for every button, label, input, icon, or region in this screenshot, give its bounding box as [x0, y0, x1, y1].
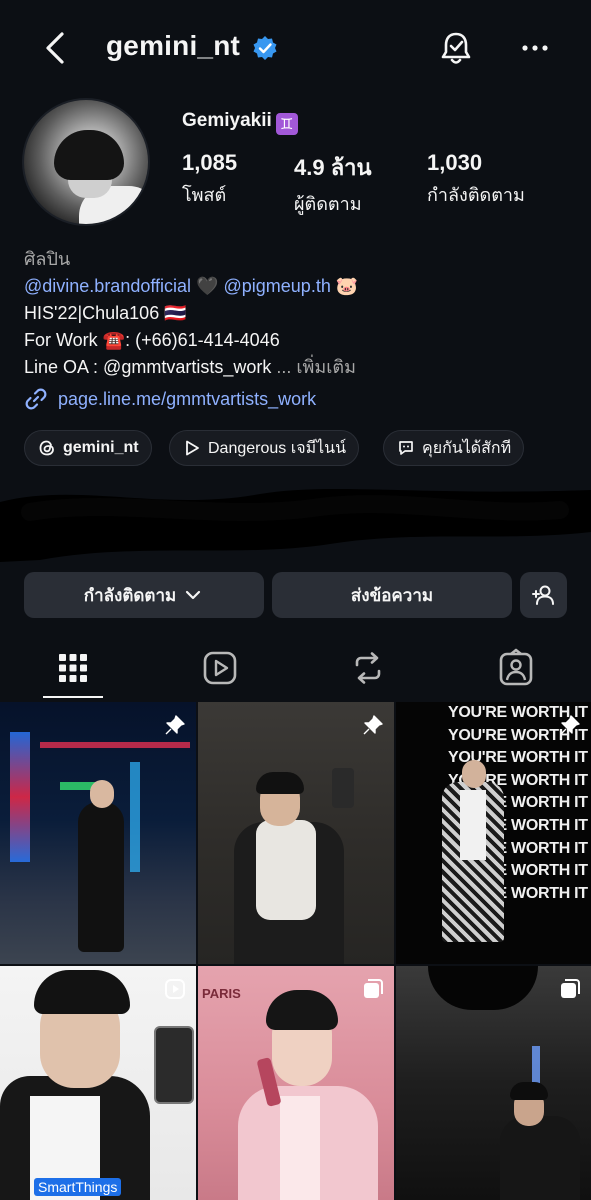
- work-prefix: For Work: [24, 330, 98, 350]
- profile-avatar[interactable]: [22, 98, 150, 226]
- post-tile-5[interactable]: PARIS: [198, 966, 394, 1200]
- telephone-emoji: ☎️: [102, 330, 126, 350]
- threads-chip[interactable]: gemini_nt: [24, 430, 152, 466]
- post-tile-3[interactable]: YOU'RE WORTH IT YOU'RE WORTH IT YOU'RE WOR…: [396, 702, 591, 964]
- bio-line-brands: @divine.brandofficial 🖤 @pigmeup.th 🐷: [24, 273, 358, 300]
- profile-username: gemini_nt: [106, 30, 241, 61]
- add-person-icon: [531, 585, 554, 605]
- dangerous-chip-label: Dangerous เจมีไนน์: [208, 439, 347, 457]
- post-tile-2[interactable]: [198, 702, 394, 964]
- work-phone[interactable]: : (+66)61-414-4046: [125, 330, 280, 350]
- message-button[interactable]: ส่งข้อความ: [272, 572, 512, 618]
- bio-line-school: HIS'22|Chula106 🇹🇭: [24, 300, 358, 327]
- mention-pigmeup[interactable]: @pigmeup.th: [224, 276, 331, 296]
- suggest-people-button[interactable]: [520, 572, 567, 618]
- grid-icon[interactable]: [53, 648, 93, 688]
- reel-icon: [165, 979, 185, 999]
- gemini-zodiac-emoji: ♊: [275, 113, 298, 135]
- message-button-label: ส่งข้อความ: [350, 585, 434, 605]
- redaction-scribble: [0, 488, 591, 562]
- posts-stat[interactable]: 1,085 โพสต์: [182, 150, 237, 209]
- carousel-icon: [561, 979, 580, 998]
- threads-icon: [39, 440, 54, 456]
- display-name: Gemiyakii ♊: [182, 110, 298, 135]
- post-tile-1[interactable]: [0, 702, 196, 964]
- reels-icon[interactable]: [200, 648, 240, 688]
- following-button[interactable]: กำลังติดตาม: [24, 572, 264, 618]
- following-label: กำลังติดตาม: [427, 185, 525, 205]
- line-oa-text: Line OA : @gmmtvartists_work: [24, 357, 272, 377]
- display-name-text: Gemiyakii: [182, 110, 272, 131]
- following-count: 1,030: [427, 150, 483, 175]
- bio-line-lineoa: Line OA : @gmmtvartists_work ... เพิ่มเต…: [24, 354, 358, 381]
- active-tab-indicator: [43, 696, 103, 698]
- bio-category: ศิลปิน: [24, 249, 71, 269]
- followers-count: 4.9 ล้าน: [294, 155, 372, 180]
- followers-stat[interactable]: 4.9 ล้าน ผู้ติดตาม: [294, 150, 372, 218]
- bio-line-work: For Work ☎️: (+66)61-414-4046: [24, 327, 358, 354]
- chat-chip-label: คุยกันได้สักที: [422, 439, 512, 457]
- mention-divine[interactable]: @divine.brandofficial: [24, 276, 191, 296]
- thai-flag-emoji: 🇹🇭: [164, 303, 187, 323]
- following-stat[interactable]: 1,030 กำลังติดตาม: [427, 150, 525, 209]
- pin-icon: [165, 715, 185, 735]
- following-button-label: กำลังติดตาม: [83, 585, 177, 605]
- carousel-icon: [364, 979, 383, 998]
- back-arrow-icon[interactable]: [38, 28, 74, 68]
- smartthings-label: SmartThings: [34, 1178, 122, 1196]
- threads-chip-label: gemini_nt: [63, 439, 139, 456]
- post-tile-6[interactable]: [396, 966, 591, 1200]
- followers-label: ผู้ติดตาม: [294, 194, 362, 214]
- pig-emoji: 🐷: [335, 276, 359, 296]
- chevron-down-icon: [186, 590, 201, 600]
- black-heart-emoji: 🖤: [196, 276, 219, 296]
- pin-icon: [363, 715, 383, 735]
- external-link[interactable]: page.line.me/gmmtvartists_work: [24, 385, 316, 413]
- tagged-icon[interactable]: [496, 648, 536, 688]
- verified-badge-icon: [253, 36, 277, 60]
- school-text: HIS'22|Chula106: [24, 303, 160, 323]
- posts-label: โพสต์: [182, 185, 227, 205]
- dangerous-chip[interactable]: Dangerous เจมีไนน์: [169, 430, 360, 466]
- more-options-icon[interactable]: [520, 38, 550, 58]
- profile-bio: ศิลปิน @divine.brandofficial 🖤 @pigmeup.…: [24, 246, 358, 381]
- profile-tabs: [0, 640, 591, 700]
- bio-more-link[interactable]: ... เพิ่มเติม: [276, 357, 356, 377]
- chat-bubble-icon: [399, 441, 413, 455]
- pin-icon: [560, 715, 580, 735]
- play-icon: [186, 440, 199, 456]
- chat-chip[interactable]: คุยกันได้สักที: [383, 430, 525, 466]
- link-icon: [25, 388, 47, 410]
- notification-bell-icon[interactable]: [436, 28, 476, 68]
- paris-label: PARIS: [202, 986, 241, 1001]
- posts-count: 1,085: [182, 150, 238, 175]
- top-bar: gemini_nt: [0, 0, 591, 100]
- reposts-icon[interactable]: [348, 648, 388, 688]
- link-url: page.line.me/gmmtvartists_work: [58, 388, 317, 409]
- post-tile-4[interactable]: SmartThings: [0, 966, 196, 1200]
